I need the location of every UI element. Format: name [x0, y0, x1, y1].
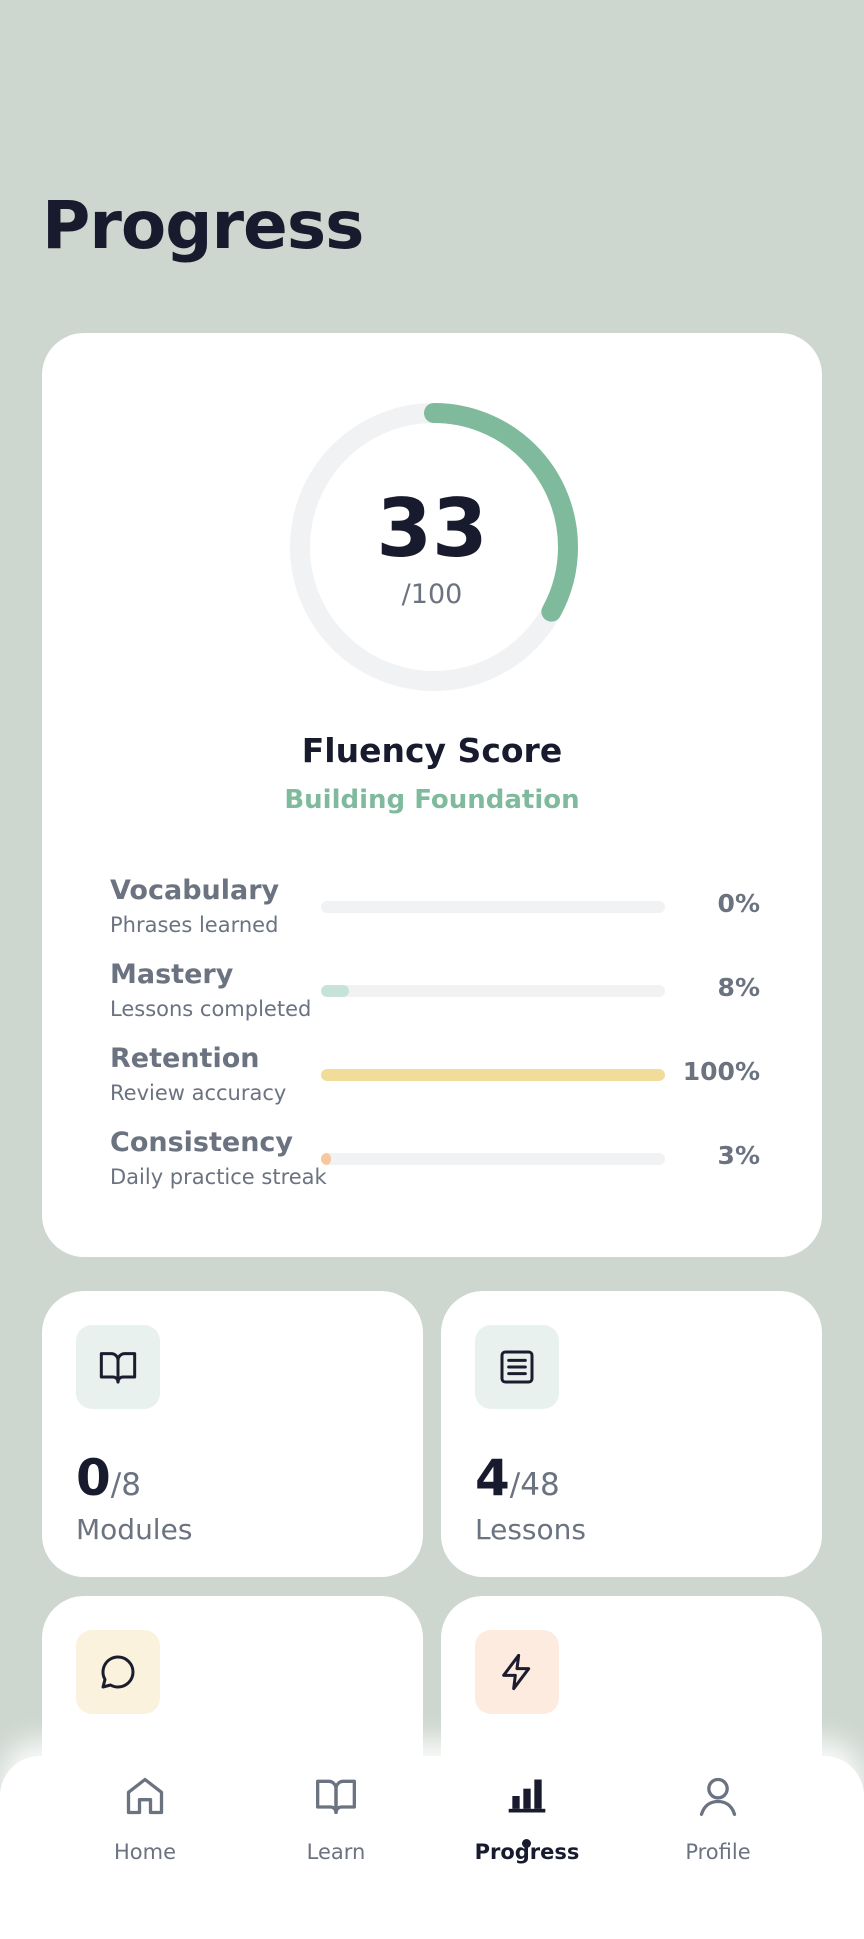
- metric-name: Consistency: [110, 1127, 294, 1158]
- user-icon: [699, 1777, 737, 1816]
- nav-home[interactable]: Home: [65, 1774, 225, 1894]
- metric-consistency: Consistency Daily practice streak 3%: [110, 1127, 760, 1211]
- metric-bar-fill: [321, 1153, 332, 1165]
- home-icon: [126, 1777, 164, 1815]
- metric-percent: 3%: [717, 1141, 760, 1170]
- book-icon: [316, 1779, 356, 1815]
- metric-bar-fill: [321, 985, 349, 997]
- metric-percent: 100%: [682, 1057, 760, 1086]
- book-open-icon: [99, 1352, 137, 1384]
- metric-desc: Phrases learned: [110, 913, 279, 937]
- nav-progress[interactable]: Progress: [447, 1774, 607, 1894]
- metric-desc: Daily practice streak: [110, 1165, 327, 1189]
- bar-chart-icon: [508, 1779, 546, 1813]
- nav-label: Learn: [306, 1840, 366, 1864]
- metric-name: Retention: [110, 1043, 260, 1074]
- bottom-nav: Home Learn Progress Profile: [0, 1756, 864, 1939]
- metric-bar: [321, 901, 665, 913]
- score-max: /100: [401, 579, 463, 610]
- metric-retention: Retention Review accuracy 100%: [110, 1043, 760, 1127]
- fluency-score-card: 33 /100 Fluency Score Building Foundatio…: [42, 333, 822, 1257]
- stat-icon-container: [475, 1325, 559, 1409]
- metric-desc: Lessons completed: [110, 997, 312, 1021]
- score-value: 33: [376, 482, 488, 575]
- nav-label: Home: [113, 1840, 176, 1864]
- nav-learn[interactable]: Learn: [256, 1774, 416, 1894]
- stat-label: Lessons: [475, 1513, 586, 1546]
- chat-bubble-icon: [101, 1655, 135, 1689]
- metric-desc: Review accuracy: [110, 1081, 287, 1105]
- metric-percent: 8%: [717, 973, 760, 1002]
- metric-bar-fill: [321, 1069, 665, 1081]
- metric-bar: [321, 1069, 665, 1081]
- metric-mastery: Mastery Lessons completed 8%: [110, 959, 760, 1043]
- stat-card-lessons[interactable]: 4/48 Lessons: [441, 1291, 822, 1577]
- metric-name: Mastery: [110, 959, 234, 990]
- page-title: Progress: [42, 187, 364, 264]
- stat-card-modules[interactable]: 0/8 Modules: [42, 1291, 423, 1577]
- nav-label: Profile: [685, 1840, 751, 1864]
- metric-bar: [321, 985, 665, 997]
- lightning-icon: [502, 1653, 531, 1691]
- metric-name: Vocabulary: [110, 875, 280, 906]
- stat-value: 0/8: [76, 1449, 141, 1507]
- stat-total: /8: [110, 1467, 141, 1503]
- active-indicator-dot: [522, 1839, 531, 1848]
- list-icon: [500, 1350, 534, 1384]
- metric-bar: [321, 1153, 665, 1165]
- stat-value: 4/48: [475, 1449, 560, 1507]
- stat-total: /48: [509, 1467, 560, 1503]
- stat-icon-container: [475, 1630, 559, 1714]
- stat-label: Modules: [76, 1513, 193, 1546]
- metric-percent: 0%: [717, 889, 760, 918]
- fluency-score-title: Fluency Score: [301, 731, 563, 770]
- nav-profile[interactable]: Profile: [638, 1774, 798, 1894]
- stat-icon-container: [76, 1325, 160, 1409]
- metric-vocabulary: Vocabulary Phrases learned 0%: [110, 875, 760, 959]
- stat-icon-container: [76, 1630, 160, 1714]
- fluency-level: Building Foundation: [284, 785, 580, 815]
